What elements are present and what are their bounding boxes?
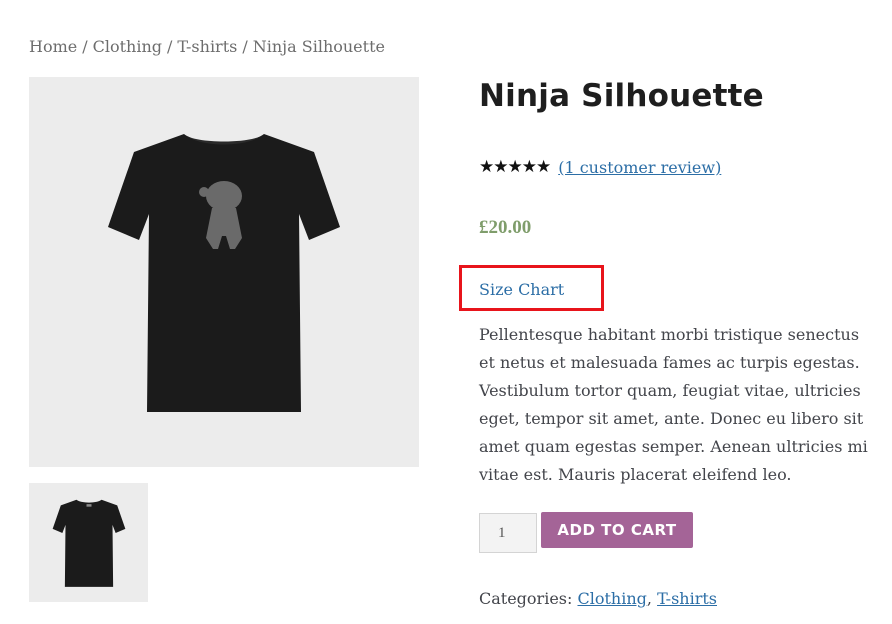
breadcrumb-separator: / <box>167 37 173 56</box>
breadcrumb-separator: / <box>242 37 248 56</box>
customer-review-link[interactable]: (1 customer review) <box>558 158 721 177</box>
breadcrumb-current: Ninja Silhouette <box>252 37 385 56</box>
product-rating: ★★★★★ (1 customer review) <box>479 158 721 177</box>
category-tshirts-link[interactable]: T-shirts <box>657 589 717 608</box>
categories-label: Categories: <box>479 589 573 608</box>
breadcrumb-home-link[interactable]: Home <box>29 37 77 56</box>
breadcrumb-tshirts-link[interactable]: T-shirts <box>177 37 237 56</box>
tshirt-front-image <box>108 134 340 412</box>
breadcrumb-separator: / <box>82 37 88 56</box>
breadcrumb: Home / Clothing / T-shirts / Ninja Silhouette <box>29 37 385 56</box>
category-clothing-link[interactable]: Clothing <box>577 589 646 608</box>
breadcrumb-clothing-link[interactable]: Clothing <box>93 37 162 56</box>
size-chart-link[interactable]: Size Chart <box>479 280 564 299</box>
star-rating-icon: ★★★★★ <box>479 157 551 177</box>
product-price: £20.00 <box>479 217 532 238</box>
tshirt-back-thumbnail <box>52 499 125 587</box>
product-description: Pellentesque habitant morbi tristique se… <box>479 325 868 484</box>
product-thumbnail[interactable] <box>29 483 148 602</box>
add-to-cart-button[interactable]: ADD TO CART <box>541 512 693 548</box>
product-main-image[interactable] <box>29 77 419 467</box>
category-separator: , <box>646 589 652 608</box>
product-title: Ninja Silhouette <box>479 78 764 114</box>
product-categories: Categories: Clothing, T-shirts <box>479 589 717 608</box>
quantity-input[interactable]: 1 <box>479 513 537 553</box>
